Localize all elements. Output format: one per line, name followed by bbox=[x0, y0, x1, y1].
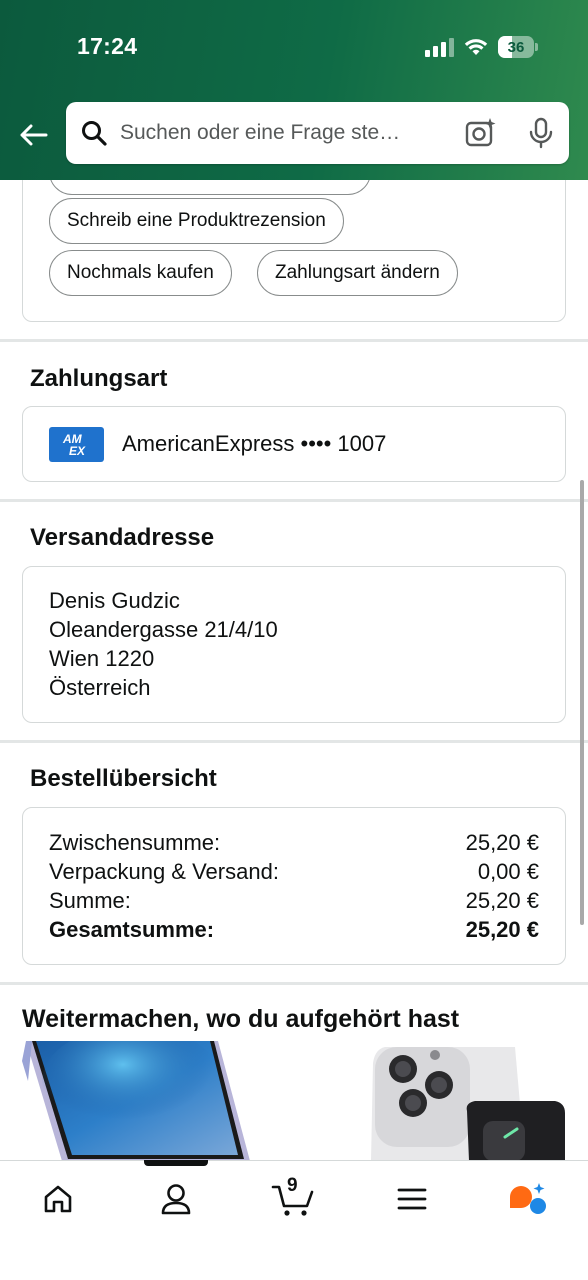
order-actions-card: Schreib eine Produktrezension Nochmals k… bbox=[22, 180, 566, 322]
home-icon bbox=[44, 1185, 72, 1213]
address-country: Österreich bbox=[49, 675, 151, 700]
section-divider bbox=[0, 499, 588, 502]
scrollbar[interactable] bbox=[580, 480, 584, 925]
nav-home[interactable] bbox=[36, 1179, 80, 1219]
search-icon bbox=[80, 119, 108, 147]
arrow-left-icon bbox=[20, 124, 48, 146]
summary-total-value: 25,20 € bbox=[465, 917, 539, 942]
amex-logo-icon: AM EX bbox=[49, 427, 104, 462]
shipping-address-card: Denis Gudzic Oleandergasse 21/4/10 Wien … bbox=[22, 566, 566, 723]
wifi-icon bbox=[464, 39, 488, 55]
nav-menu[interactable] bbox=[390, 1179, 434, 1219]
blue-smartphone-image bbox=[22, 1041, 250, 1160]
nav-cart[interactable]: 9 bbox=[270, 1175, 316, 1219]
magnetic-power-bank-image bbox=[371, 1047, 565, 1160]
status-icons: 36 bbox=[425, 36, 538, 58]
summary-label: Zwischensumme: bbox=[49, 830, 221, 855]
summary-value: 0,00 € bbox=[477, 859, 539, 884]
nav-rufus[interactable] bbox=[505, 1179, 549, 1219]
section-divider bbox=[0, 339, 588, 342]
hidden-action-button[interactable] bbox=[49, 180, 371, 195]
summary-label: Verpackung & Versand: bbox=[49, 859, 279, 884]
cart-count-badge: 9 bbox=[287, 1175, 298, 1196]
summary-row: Verpackung & Versand: 0,00 € bbox=[49, 859, 539, 885]
microphone-icon[interactable] bbox=[527, 117, 555, 149]
section-divider bbox=[0, 982, 588, 985]
summary-value: 25,20 € bbox=[465, 830, 539, 855]
account-icon bbox=[161, 1184, 191, 1215]
search-bar[interactable]: Suchen oder eine Frage ste… bbox=[66, 102, 569, 164]
summary-value: 25,20 € bbox=[465, 888, 539, 913]
change-payment-button[interactable]: Zahlungsart ändern bbox=[257, 250, 458, 296]
svg-text:EX: EX bbox=[69, 444, 86, 458]
address-street: Oleandergasse 21/4/10 bbox=[49, 617, 278, 642]
cellular-signal-icon bbox=[425, 37, 454, 57]
summary-label: Summe: bbox=[49, 888, 131, 913]
continue-title: Weitermachen, wo du aufgehört hast bbox=[22, 1005, 460, 1033]
search-input[interactable]: Suchen oder eine Frage ste… bbox=[120, 121, 455, 145]
section-divider bbox=[0, 740, 588, 743]
app-header: 17:24 36 Suchen oder eine Frage ste… bbox=[0, 0, 588, 180]
battery-level: 36 bbox=[507, 38, 525, 56]
address-city: Wien 1220 bbox=[49, 646, 155, 671]
back-button[interactable] bbox=[14, 116, 52, 154]
nav-account[interactable] bbox=[154, 1179, 198, 1219]
write-review-button[interactable]: Schreib eine Produktrezension bbox=[49, 198, 344, 244]
battery-icon: 36 bbox=[498, 36, 534, 58]
shipping-title: Versandadresse bbox=[30, 524, 215, 551]
camera-sparkle-icon[interactable] bbox=[465, 117, 497, 149]
summary-title: Bestellübersicht bbox=[30, 765, 217, 792]
payment-title: Zahlungsart bbox=[30, 365, 168, 392]
order-summary-card: Zwischensumme: 25,20 € Verpackung & Vers… bbox=[22, 807, 566, 965]
order-details-content: Schreib eine Produktrezension Nochmals k… bbox=[0, 180, 588, 1160]
product-thumbnail-powerbank[interactable] bbox=[365, 1041, 570, 1160]
summary-row: Summe: 25,20 € bbox=[49, 888, 539, 914]
menu-icon bbox=[397, 1188, 427, 1210]
address-name: Denis Gudzic bbox=[49, 588, 180, 613]
summary-total-row: Gesamtsumme: 25,20 € bbox=[49, 917, 539, 943]
summary-row: Zwischensumme: 25,20 € bbox=[49, 830, 539, 856]
buy-again-button[interactable]: Nochmals kaufen bbox=[49, 250, 232, 296]
active-tab-indicator bbox=[144, 1160, 208, 1166]
summary-total-label: Gesamtsumme: bbox=[49, 917, 215, 942]
payment-card: AM EX AmericanExpress •••• 1007 bbox=[22, 406, 566, 482]
bottom-navigation: 9 bbox=[0, 1160, 588, 1280]
status-time: 17:24 bbox=[77, 33, 138, 59]
product-thumbnail-phone[interactable] bbox=[22, 1041, 262, 1160]
payment-method-label: AmericanExpress •••• 1007 bbox=[122, 431, 387, 456]
rufus-ai-icon bbox=[510, 1183, 546, 1214]
